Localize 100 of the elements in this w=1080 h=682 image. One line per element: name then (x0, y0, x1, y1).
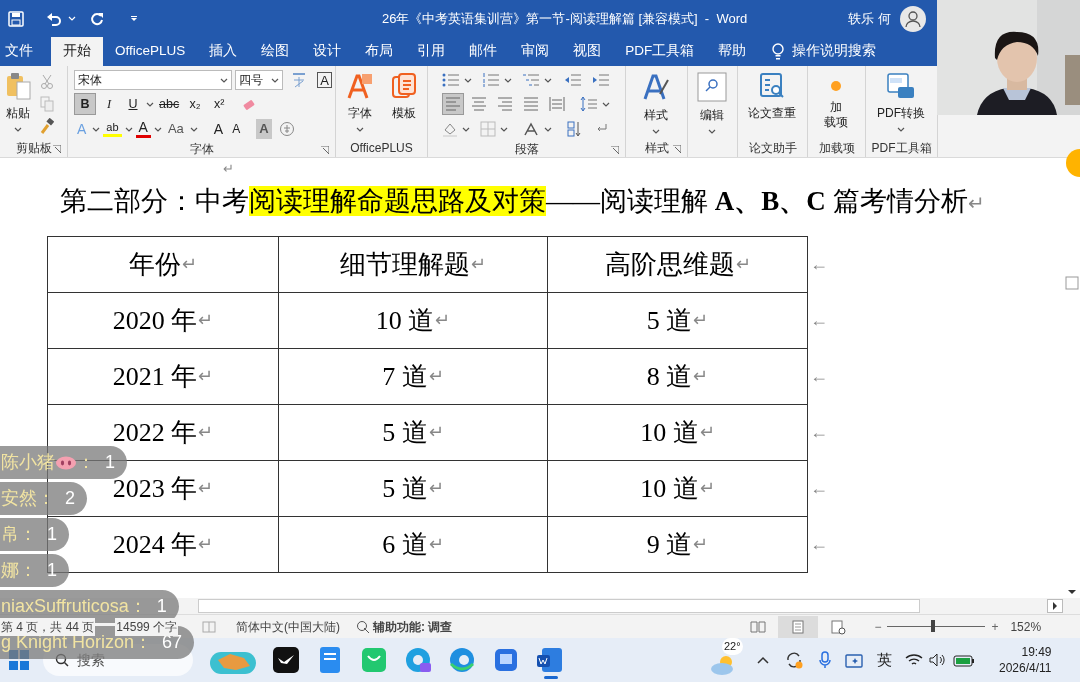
input-method[interactable]: 英 (877, 648, 892, 672)
browser-icon[interactable] (448, 646, 476, 674)
launcher-icon[interactable] (673, 145, 681, 153)
line-spacing-icon[interactable] (580, 96, 598, 112)
table-cell: 10 道↵ (548, 405, 808, 461)
scroll-right-icon[interactable] (1047, 599, 1063, 613)
character-border-button[interactable]: A (317, 72, 332, 88)
increase-indent-icon[interactable] (592, 72, 610, 88)
pdf-convert-button[interactable]: PDF转换 (866, 70, 936, 138)
text-direction-icon[interactable] (522, 121, 540, 137)
sync-icon[interactable] (785, 651, 803, 669)
sparkle-tray-icon[interactable] (845, 652, 863, 668)
accessibility-status[interactable]: 辅助功能: 调查 (373, 617, 453, 636)
battery-icon[interactable] (953, 653, 975, 667)
ribbon-tab[interactable]: 绘图 (249, 37, 302, 66)
caret-icon (146, 101, 154, 107)
language-status[interactable]: 简体中文(中国大陆) (236, 617, 341, 636)
caret-icon (544, 126, 552, 132)
accessibility-icon[interactable] (356, 619, 371, 634)
zoom-out-button[interactable]: − (874, 617, 882, 636)
ribbon-tab[interactable]: 设计 (301, 37, 354, 66)
numbering-icon[interactable] (482, 72, 500, 88)
format-button[interactable]: U (122, 93, 144, 115)
bullets-icon[interactable] (442, 72, 460, 88)
speaker-icon[interactable] (929, 653, 947, 667)
caret-icon (271, 77, 279, 83)
add-ins-button[interactable]: 加 载项 (808, 70, 864, 138)
font-gallery-button[interactable]: 字体 (337, 70, 382, 138)
enclose-character-icon[interactable] (278, 121, 295, 137)
plagiarism-check-button[interactable]: 论文查重 (738, 70, 806, 138)
customize-icon[interactable] (130, 15, 138, 22)
font-size-field[interactable]: 四号 (235, 70, 283, 90)
format-button[interactable]: I (98, 93, 120, 115)
microphone-icon[interactable] (819, 651, 831, 669)
app-icon[interactable] (492, 646, 520, 674)
font-color-button[interactable]: A (135, 120, 151, 138)
decrease-indent-icon[interactable] (564, 72, 582, 88)
redo-icon[interactable] (90, 11, 104, 26)
launcher-icon[interactable] (321, 146, 329, 154)
format-button[interactable]: abc (156, 93, 183, 115)
browser-ai-icon[interactable] (404, 646, 432, 674)
ribbon-tab[interactable]: 插入 (197, 37, 250, 66)
zoom-level[interactable]: 152% (1010, 617, 1042, 636)
sort-icon[interactable] (566, 121, 582, 137)
shopping-bag-icon[interactable] (360, 646, 388, 674)
format-button[interactable]: x² (208, 93, 231, 115)
clipboard-icon (5, 72, 31, 100)
highlight-button[interactable]: ab (103, 121, 122, 137)
ribbon-tab[interactable]: PDF工具箱 (613, 37, 707, 66)
ribbon-tab[interactable]: 文件 (0, 37, 38, 66)
chevron-up-icon[interactable] (757, 656, 769, 664)
caret-icon (462, 126, 470, 132)
shrink-button[interactable]: A (229, 120, 244, 138)
ribbon-tab[interactable]: 邮件 (457, 37, 510, 66)
avatar-icon[interactable] (899, 5, 926, 32)
print-layout-button[interactable] (778, 615, 819, 638)
format-button[interactable]: x₂ (184, 93, 207, 115)
ribbon-tab[interactable]: 布局 (353, 37, 406, 66)
ribbon-tab[interactable]: 开始 (51, 37, 103, 66)
font-name-field[interactable]: 宋体 (74, 70, 232, 90)
wifi-icon[interactable] (905, 653, 923, 667)
launcher-icon[interactable] (611, 146, 619, 154)
case-button[interactable]: Aa (164, 119, 187, 139)
clock-time[interactable]: 19:49 (1021, 644, 1052, 660)
format-painter-icon[interactable] (40, 118, 54, 134)
ribbon-tab[interactable]: OfficePLUS (103, 37, 198, 66)
user-name: 轶乐 何 (848, 9, 891, 28)
multilevel-list-icon[interactable] (522, 72, 540, 88)
shading-button[interactable]: A (256, 119, 272, 139)
paste-button[interactable]: 粘贴 (0, 70, 36, 138)
caret-icon (189, 126, 198, 132)
phonetic-guide-icon[interactable] (290, 71, 308, 89)
pig-nose-icon (55, 455, 77, 470)
styles-button[interactable]: 样式 (626, 70, 686, 138)
save-icon[interactable] (8, 10, 24, 27)
ribbon-tab[interactable]: 引用 (405, 37, 458, 66)
bird-icon[interactable] (272, 646, 300, 674)
clock-date[interactable]: 2026/4/11 (999, 660, 1052, 676)
format-button[interactable]: B (74, 93, 96, 115)
zoom-in-button[interactable]: + (991, 617, 999, 636)
editing-button[interactable]: 编辑 (688, 70, 736, 138)
ribbon-tab[interactable]: 审阅 (509, 37, 562, 66)
zoom-slider[interactable] (930, 620, 935, 632)
launcher-icon[interactable] (53, 145, 61, 153)
styles-icon (642, 72, 670, 102)
template-button[interactable]: 模板 (381, 70, 426, 138)
scrollbar-thumb[interactable] (198, 599, 920, 613)
table-cell: 高阶思维题↵ (548, 237, 808, 293)
grow-button[interactable]: A (210, 118, 227, 140)
scroll-down-icon[interactable] (1067, 588, 1077, 596)
undo-icon[interactable] (46, 11, 62, 26)
word-icon[interactable] (536, 646, 564, 680)
tell-me-search[interactable]: 操作说明搜索 (792, 41, 877, 62)
lightbulb-icon[interactable] (772, 43, 785, 60)
caret-icon (153, 126, 162, 132)
ribbon-tab[interactable]: 帮助 (706, 37, 759, 66)
ribbon-tab[interactable]: 视图 (561, 37, 614, 66)
caret-icon[interactable] (68, 16, 76, 21)
shading-icon[interactable] (442, 121, 458, 137)
table-cell: 8 道↵ (548, 349, 808, 405)
